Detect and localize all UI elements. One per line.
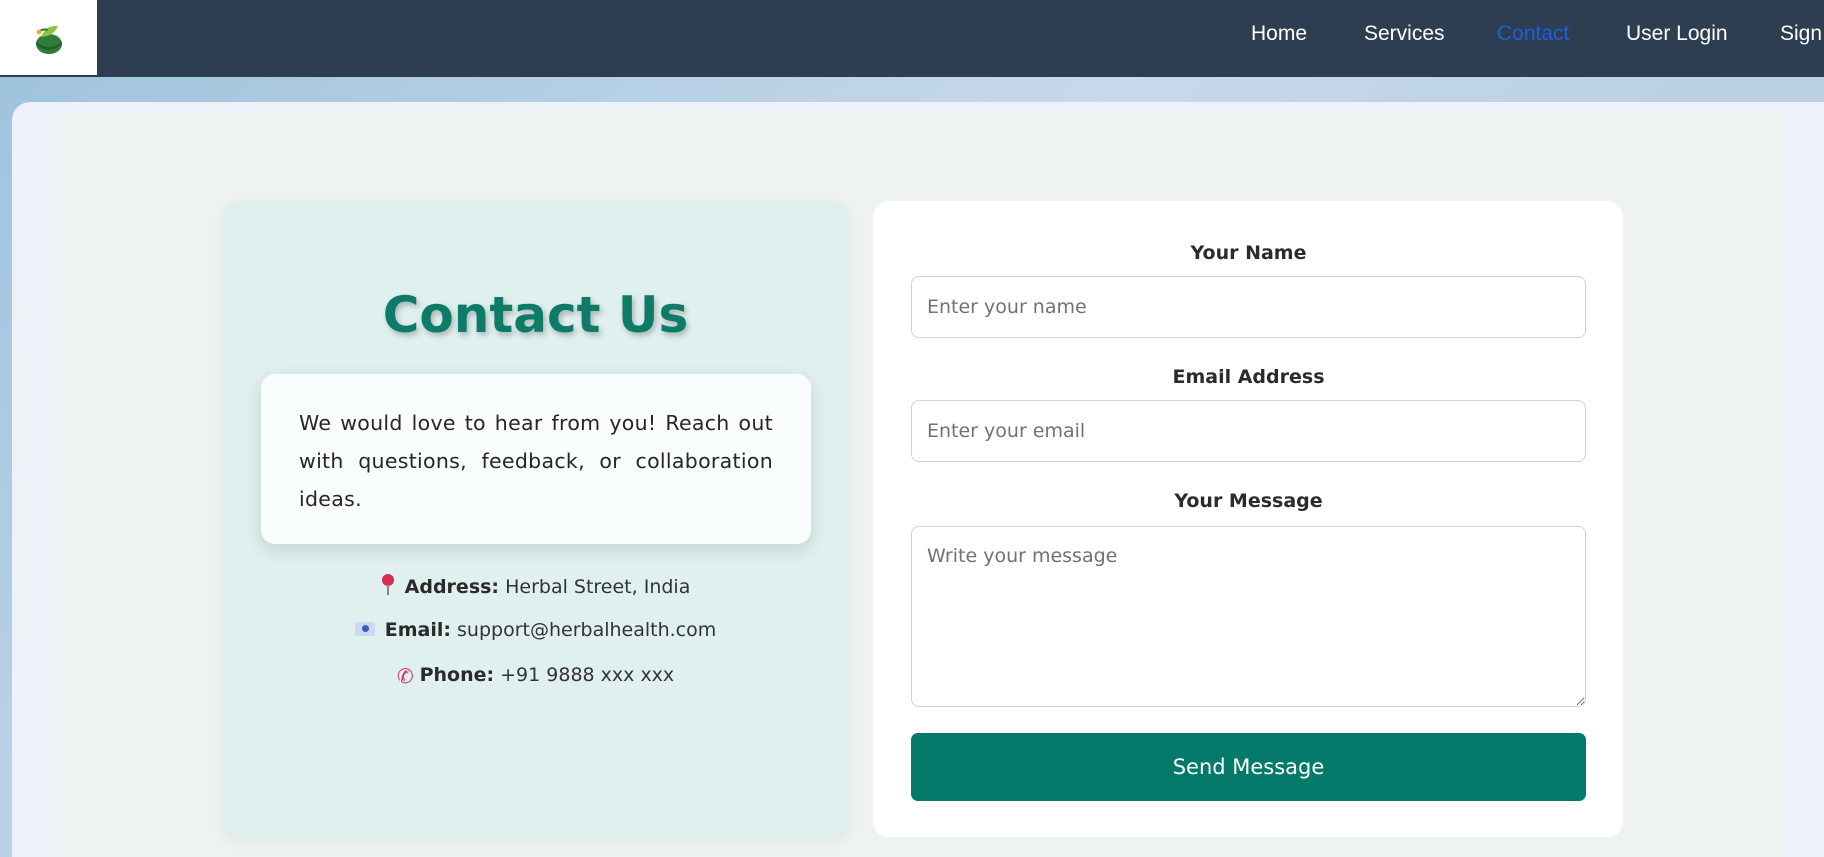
name-label: Your Name	[1190, 242, 1307, 264]
intro-box: We would love to hear from you! Reach ou…	[261, 374, 811, 544]
email-icon	[354, 622, 375, 636]
herbal-logo-icon	[35, 25, 62, 54]
email-input[interactable]	[911, 400, 1586, 462]
phone-icon: ✆	[396, 664, 414, 688]
nav-item-contact[interactable]: Contact	[1497, 22, 1569, 46]
phone-row: ✆ Phone: +91 9888 xxx xxx	[222, 664, 849, 688]
email-value: support@herbalhealth.com	[457, 619, 717, 641]
location-pin-icon	[381, 574, 395, 596]
address-value: Herbal Street, India	[505, 576, 691, 598]
address-row: Address: Herbal Street, India	[222, 574, 849, 598]
logo[interactable]	[0, 0, 97, 75]
address-label: Address:	[404, 576, 500, 598]
intro-text: We would love to hear from you! Reach ou…	[299, 411, 773, 511]
top-navbar: Home Services Contact User Login Sign	[0, 0, 1824, 77]
message-textarea[interactable]	[911, 526, 1586, 707]
nav-item-home[interactable]: Home	[1251, 22, 1307, 46]
email-label: Email:	[384, 619, 451, 641]
page-title: Contact Us	[382, 286, 689, 344]
phone-value: +91 9888 xxx xxx	[500, 664, 675, 686]
email-row: Email: support@herbalhealth.com	[222, 619, 849, 641]
nav-item-services[interactable]: Services	[1364, 22, 1445, 46]
nav-item-user-login[interactable]: User Login	[1626, 22, 1728, 46]
nav-item-sign[interactable]: Sign	[1780, 22, 1822, 46]
message-label: Your Message	[1174, 490, 1323, 512]
email-label-field: Email Address	[1172, 366, 1325, 388]
name-input[interactable]	[911, 276, 1586, 338]
phone-label: Phone:	[419, 664, 495, 686]
send-message-button[interactable]: Send Message	[911, 733, 1586, 801]
